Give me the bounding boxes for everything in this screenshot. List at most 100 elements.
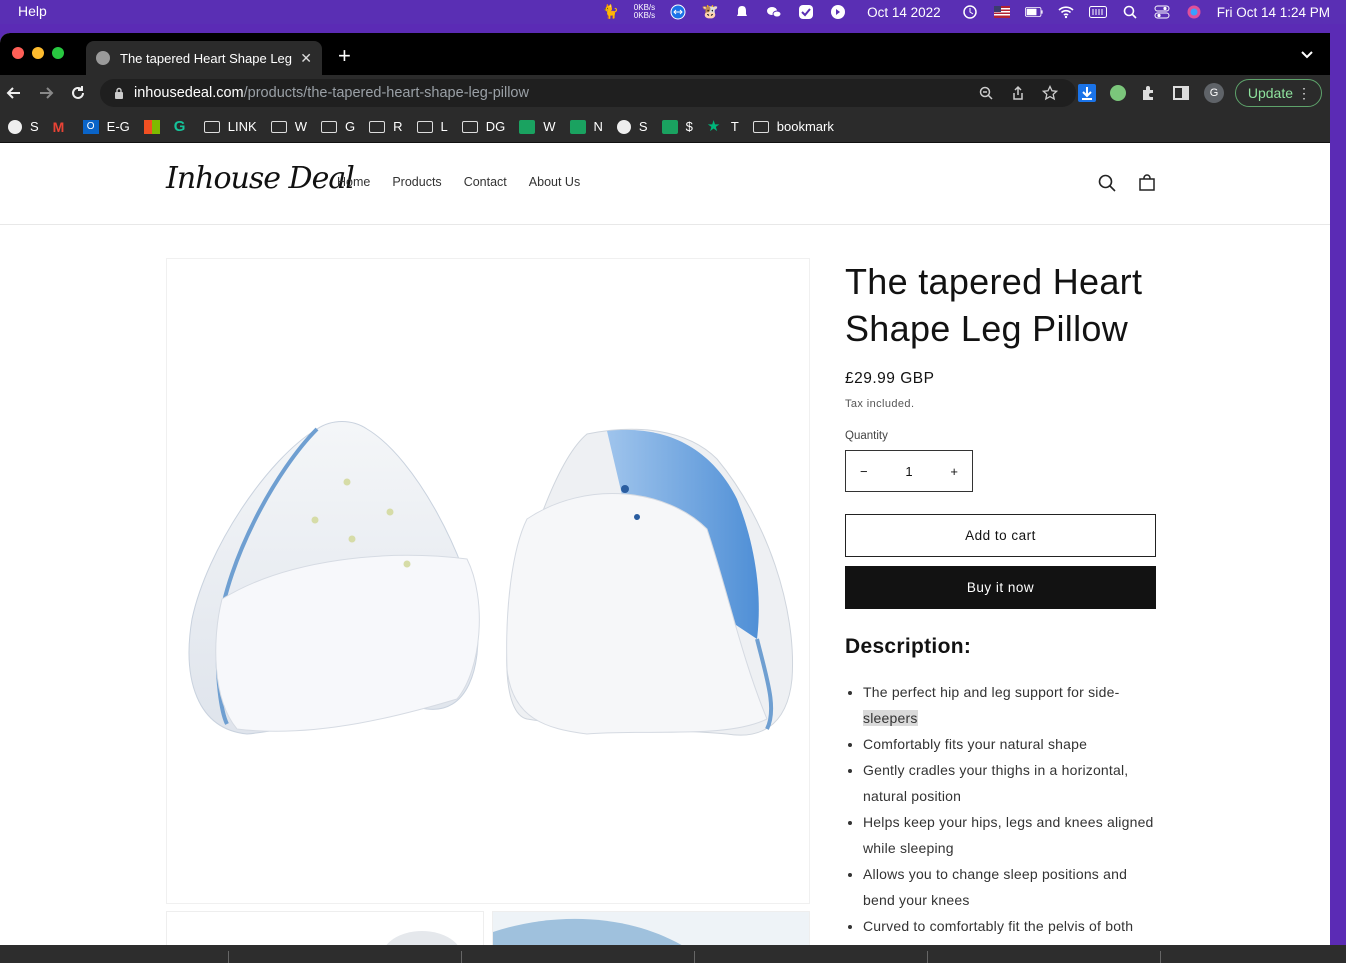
reload-icon[interactable] (68, 83, 88, 103)
bookmark-item[interactable]: G (173, 117, 190, 135)
cart-icon[interactable] (1137, 173, 1157, 193)
product-main-image[interactable] (166, 258, 810, 904)
bookmark-item[interactable]: S (616, 119, 648, 134)
cat-icon[interactable]: 🐈 (602, 4, 620, 19)
list-item: Curved to comfortably fit the pelvis of … (863, 913, 1157, 939)
wechat-icon[interactable] (765, 5, 783, 19)
bookmark-item[interactable] (143, 119, 160, 134)
close-tab-icon[interactable]: ✕ (300, 50, 312, 67)
menubar-clock[interactable]: Fri Oct 14 1:24 PM (1217, 5, 1330, 20)
list-item: Comfortably fits your natural shape (863, 731, 1157, 757)
search-icon[interactable] (1097, 173, 1117, 193)
battery-icon[interactable] (1024, 5, 1043, 19)
grammarly-icon: G (173, 117, 186, 135)
arrow-circle-icon[interactable] (829, 5, 847, 19)
site-logo[interactable]: Inhouse Deal (166, 161, 355, 196)
product-thumbnail[interactable] (492, 911, 810, 945)
add-to-cart-button[interactable]: Add to cart (845, 514, 1156, 557)
extensions-puzzle-icon[interactable] (1140, 84, 1158, 102)
bookmark-item[interactable]: S (8, 119, 39, 134)
notification-bell-icon[interactable] (733, 5, 751, 19)
sheets-plus-icon (569, 119, 586, 134)
url-path: /products/the-tapered-heart-shape-leg-pi… (243, 85, 529, 101)
bookmark-folder[interactable]: G (320, 119, 355, 134)
tab-bar: The tapered Heart Shape Leg Pillow ✕ + (0, 33, 1330, 75)
bookmarks-bar: S M O E-G G LINK W G R L DG W N S $ ★ T bo… (0, 111, 1330, 143)
date-widget[interactable]: Oct 14 2022 (867, 5, 941, 20)
green-extension-icon[interactable] (1110, 85, 1126, 101)
profile-avatar[interactable]: G (1204, 83, 1224, 103)
bookmark-folder[interactable]: R (369, 119, 403, 134)
control-center-icon[interactable] (1153, 5, 1171, 19)
more-menu-icon[interactable]: ⋮ (1297, 80, 1311, 106)
list-item: Gently cradles your thighs in a horizont… (863, 757, 1157, 809)
bookmark-folder[interactable]: LINK (203, 119, 257, 134)
product-info: The tapered Heart Shape Leg Pillow £29.9… (845, 258, 1157, 939)
tax-note: Tax included. (845, 398, 915, 410)
update-button[interactable]: Update ⋮ (1234, 79, 1322, 107)
nav-products[interactable]: Products (392, 175, 441, 189)
lock-icon[interactable] (114, 87, 124, 99)
bookmark-item[interactable]: W (519, 119, 556, 134)
folder-icon (752, 120, 769, 133)
quantity-plus-button[interactable]: + (950, 464, 958, 479)
wifi-icon[interactable] (1057, 5, 1075, 19)
side-panel-icon[interactable] (1172, 84, 1190, 102)
bookmark-folder[interactable]: L (416, 119, 448, 134)
buy-now-button[interactable]: Buy it now (845, 566, 1156, 609)
bookmark-item[interactable]: ★ T (706, 117, 739, 135)
nav-about-us[interactable]: About Us (529, 175, 580, 189)
highlighted-text: sleepers (863, 710, 918, 726)
leg-pillow-illustration (188, 421, 794, 736)
bookmark-folder[interactable]: W (270, 119, 307, 134)
forward-arrow-icon[interactable] (36, 83, 56, 103)
quantity-input[interactable]: 1 (905, 464, 912, 479)
nav-contact[interactable]: Contact (464, 175, 507, 189)
bookmark-item[interactable]: N (569, 119, 603, 134)
gmail-icon: M (52, 118, 65, 135)
product-title: The tapered Heart Shape Leg Pillow (845, 261, 1143, 349)
globe-icon (96, 51, 110, 65)
sheets-plus-icon (519, 119, 536, 134)
nav-home[interactable]: Home (337, 175, 370, 189)
quantity-minus-button[interactable]: − (860, 464, 868, 479)
bookmark-item[interactable]: O E-G (82, 119, 130, 134)
menu-help[interactable]: Help (18, 3, 47, 19)
product-thumbnail[interactable] (166, 911, 484, 945)
bookmark-item[interactable]: $ (661, 119, 693, 134)
tab-active[interactable]: The tapered Heart Shape Leg Pillow ✕ (86, 41, 322, 75)
close-window-button[interactable] (12, 47, 24, 59)
new-tab-button[interactable]: + (338, 45, 351, 67)
cow-icon[interactable]: 🐮 (701, 4, 719, 19)
microsoft-icon (143, 119, 160, 134)
bookmark-folder[interactable]: bookmark (752, 119, 834, 134)
bookmark-star-icon[interactable] (1041, 84, 1059, 101)
us-flag-icon[interactable] (993, 5, 1011, 19)
siri-icon[interactable] (1185, 5, 1203, 19)
spotlight-search-icon[interactable] (1121, 5, 1139, 19)
bookmark-folder[interactable]: DG (461, 119, 505, 134)
folder-icon (369, 120, 386, 133)
browser-toolbar: inhousedeal.com/products/the-tapered-hea… (0, 75, 1330, 111)
minimize-window-button[interactable] (32, 47, 44, 59)
keyboard-icon[interactable] (1088, 5, 1107, 19)
bookmark-item[interactable]: M (53, 120, 69, 134)
teamviewer-icon[interactable] (669, 4, 687, 20)
description-list: The perfect hip and leg support for side… (845, 679, 1157, 939)
zoom-window-button[interactable] (52, 47, 64, 59)
check-circle-icon[interactable] (797, 5, 815, 19)
tab-search-chevron-icon[interactable] (1300, 47, 1314, 65)
network-speed: 0KB/s 0KB/s (633, 3, 656, 20)
star-icon: ★ (706, 117, 721, 135)
download-extension-icon[interactable] (1078, 84, 1096, 102)
address-bar[interactable]: inhousedeal.com/products/the-tapered-hea… (100, 79, 1076, 107)
folder-icon (320, 120, 337, 133)
globe-icon (8, 119, 22, 134)
share-icon[interactable] (1010, 85, 1026, 101)
folder-icon (203, 120, 220, 133)
time-machine-icon[interactable] (961, 5, 979, 19)
quantity-label: Quantity (845, 430, 888, 442)
zoom-icon[interactable] (978, 85, 994, 101)
back-arrow-icon[interactable] (4, 83, 24, 103)
outlook-icon: O (82, 119, 99, 134)
